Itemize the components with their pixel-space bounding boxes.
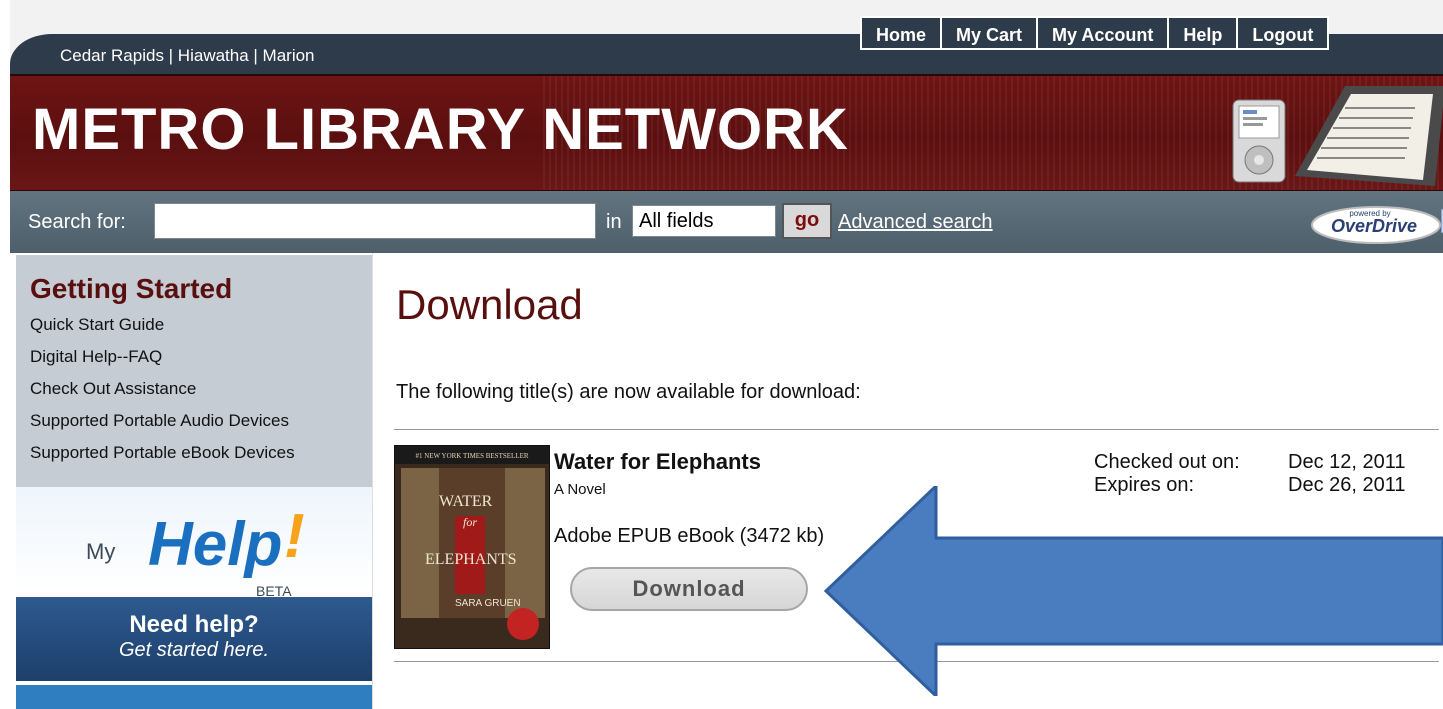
cover-top-text: #1 NEW YORK TIMES BESTSELLER	[415, 452, 528, 460]
download-intro-text: The following title(s) are now available…	[396, 381, 861, 403]
site-title: METRO LIBRARY NETWORK	[32, 97, 849, 162]
top-navigation: Home My Cart My Account Help Logout	[860, 16, 1330, 50]
site-banner: METRO LIBRARY NETWORK	[10, 74, 1443, 193]
getting-started-links: Quick Start Guide Digital Help--FAQ Chec…	[30, 315, 295, 475]
nav-home[interactable]: Home	[860, 16, 942, 50]
book-title[interactable]: Water for Elephants	[554, 449, 761, 475]
nav-logout[interactable]: Logout	[1237, 16, 1330, 50]
download-button[interactable]: Download	[570, 567, 808, 611]
need-help-title: Need help?	[129, 611, 259, 638]
search-input[interactable]	[154, 203, 596, 239]
search-field-selected: All fields	[639, 210, 714, 232]
cover-elephants-text: ELEPHANTS	[425, 551, 517, 568]
cover-water-text: WATER	[439, 493, 493, 510]
page-title: Download	[396, 281, 583, 328]
search-label: Search for:	[28, 211, 126, 233]
search-field-select[interactable]: All fields ▼	[632, 205, 1443, 237]
nav-help[interactable]: Help	[1168, 16, 1238, 50]
checked-out-value: Dec 12, 2011	[1288, 451, 1406, 473]
cover-for-text: for	[463, 515, 477, 529]
devices-illustration-icon	[1232, 86, 1443, 186]
link-portable-audio-devices[interactable]: Supported Portable Audio Devices	[30, 411, 295, 431]
book-cover-image[interactable]: #1 NEW YORK TIMES BESTSELLER WATER for E…	[394, 445, 550, 649]
link-check-out-assistance[interactable]: Check Out Assistance	[30, 379, 295, 399]
sidebar-bottom-bar	[16, 685, 372, 709]
myhelp-logo[interactable]: My Help ! BETA	[16, 487, 372, 599]
need-help-subtitle: Get started here.	[118, 639, 270, 661]
nav-my-cart[interactable]: My Cart	[941, 16, 1038, 50]
link-portable-ebook-devices[interactable]: Supported Portable eBook Devices	[30, 443, 295, 463]
book-subtitle: A Novel	[554, 481, 606, 498]
getting-started-panel: Getting Started Quick Start Guide Digita…	[16, 255, 372, 487]
advanced-search-link[interactable]: Advanced search	[838, 211, 993, 234]
checked-out-row: Checked out on: Dec 12, 2011	[1094, 451, 1406, 474]
myhelp-help-text: Help	[148, 510, 283, 579]
getting-started-title: Getting Started	[30, 273, 233, 304]
overdrive-logo-icon[interactable]: powered by OverDrive	[1300, 201, 1443, 245]
link-digital-help-faq[interactable]: Digital Help--FAQ	[30, 347, 295, 367]
arrow-left-icon	[823, 486, 1443, 696]
nav-my-account[interactable]: My Account	[1037, 16, 1169, 50]
divider-top	[394, 429, 1439, 430]
search-bar: Search for: in All fields ▼ go Advanced …	[10, 191, 1443, 253]
link-quick-start-guide[interactable]: Quick Start Guide	[30, 315, 295, 335]
myhelp-bang-text: !	[284, 502, 305, 571]
overdrive-brand-text: OverDrive	[1331, 216, 1417, 236]
checked-out-label: Checked out on:	[1094, 451, 1240, 473]
cover-author-text: SARA GRUEN	[455, 598, 521, 609]
search-in-label: in	[606, 211, 622, 233]
search-go-button[interactable]: go	[782, 203, 832, 239]
need-help-banner[interactable]: Need help? Get started here.	[16, 597, 372, 681]
sidebar: Getting Started Quick Start Guide Digita…	[10, 253, 373, 709]
locations-text[interactable]: Cedar Rapids | Hiawatha | Marion	[60, 46, 315, 66]
book-format: Adobe EPUB eBook (3472 kb)	[554, 525, 825, 547]
myhelp-my-text: My	[86, 539, 116, 564]
